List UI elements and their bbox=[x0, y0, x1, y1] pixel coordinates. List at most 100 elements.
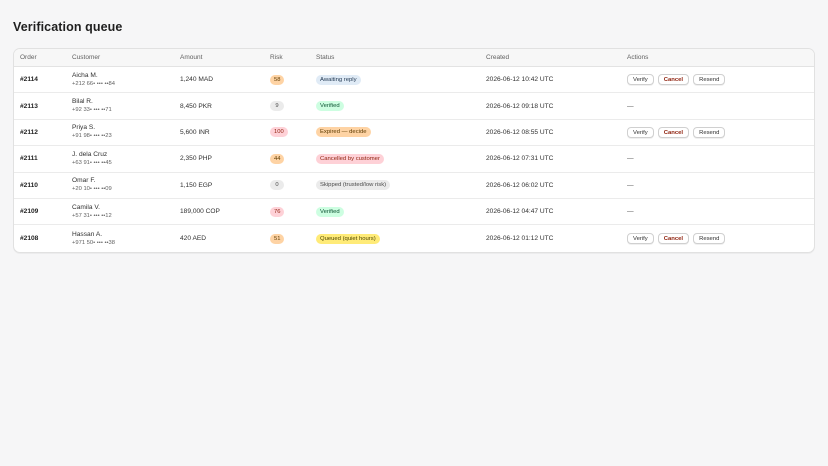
risk-score-badge: 44 bbox=[270, 153, 285, 164]
order-amount: 1,150 EGP bbox=[180, 181, 213, 189]
order-id[interactable]: #2111 bbox=[20, 146, 38, 171]
header-risk[interactable]: Risk bbox=[270, 49, 283, 67]
risk-score-badge: 0 bbox=[270, 180, 284, 191]
status-badge: Awaiting reply bbox=[316, 74, 361, 85]
cancel-button[interactable]: Cancel bbox=[657, 233, 690, 245]
risk-cell: 51 bbox=[270, 225, 285, 251]
risk-score-badge: 9 bbox=[270, 101, 284, 112]
verification-table: Order Customer Amount Risk Status Create… bbox=[13, 48, 815, 253]
cancel-button[interactable]: Cancel bbox=[657, 74, 690, 86]
order-id[interactable]: #2112 bbox=[20, 120, 38, 145]
customer-name: Hassan A. bbox=[72, 230, 103, 238]
table-header: Order Customer Amount Risk Status Create… bbox=[14, 49, 814, 67]
created-timestamp: 2026-06-12 08:55 UTC bbox=[486, 128, 554, 136]
no-actions: — bbox=[627, 181, 634, 189]
order-id[interactable]: #2114 bbox=[20, 67, 38, 92]
order-id[interactable]: #2109 bbox=[20, 199, 38, 224]
table-body: #2114 Aicha M. +212 66• ••• ••84 1,240 MAD 5… bbox=[14, 67, 814, 252]
row-actions: — bbox=[627, 93, 634, 118]
no-actions: — bbox=[627, 155, 634, 163]
header-order[interactable]: Order bbox=[20, 49, 37, 67]
risk-cell: 0 bbox=[270, 173, 284, 198]
customer-phone: +212 66• ••• ••84 bbox=[72, 80, 115, 87]
status-cell: Skipped (trusted/low risk) bbox=[316, 173, 391, 198]
header-actions: Actions bbox=[627, 54, 649, 61]
order-amount: 2,350 PHP bbox=[180, 155, 212, 163]
header-amount[interactable]: Amount bbox=[180, 49, 202, 67]
header-customer[interactable]: Customer bbox=[72, 49, 100, 67]
table-row[interactable]: #2114 Aicha M. +212 66• ••• ••84 1,240 MAD 5… bbox=[14, 67, 814, 94]
status-badge: Queued (quiet hours) bbox=[316, 233, 380, 244]
order-id[interactable]: #2110 bbox=[20, 173, 38, 198]
no-actions: — bbox=[627, 102, 634, 110]
risk-cell: 44 bbox=[270, 146, 285, 171]
order-amount: 189,000 COP bbox=[180, 208, 220, 216]
row-actions: Verify Cancel Resend bbox=[627, 225, 726, 251]
customer-cell: Omar F. +20 10• ••• ••09 bbox=[72, 173, 112, 198]
row-actions: — bbox=[627, 146, 634, 171]
customer-phone: +63 91• ••• ••45 bbox=[72, 159, 112, 166]
customer-name: Priya S. bbox=[72, 124, 96, 132]
header-created[interactable]: Created bbox=[486, 49, 509, 67]
table-row[interactable]: #2109 Camila V. +57 31• ••• ••12 189,000 CO… bbox=[14, 199, 814, 226]
customer-name: Camila V. bbox=[72, 203, 100, 211]
risk-score-badge: 76 bbox=[270, 206, 285, 217]
risk-score-badge: 51 bbox=[270, 233, 285, 244]
customer-cell: Hassan A. +971 50• ••• ••38 bbox=[72, 225, 115, 251]
order-amount: 1,240 MAD bbox=[180, 76, 213, 84]
created-timestamp: 2026-06-12 01:12 UTC bbox=[486, 235, 554, 243]
customer-name: J. dela Cruz bbox=[72, 150, 108, 158]
order-amount: 8,450 PKR bbox=[180, 102, 212, 110]
order-id[interactable]: #2108 bbox=[20, 225, 38, 251]
verify-button[interactable]: Verify bbox=[627, 233, 654, 245]
table-row[interactable]: #2113 Bilal R. +92 33• ••• ••71 8,450 PKR 9 V… bbox=[14, 93, 814, 120]
cancel-button[interactable]: Cancel bbox=[657, 126, 690, 138]
created-timestamp: 2026-06-12 07:31 UTC bbox=[486, 155, 554, 163]
customer-phone: +57 31• ••• ••12 bbox=[72, 212, 112, 219]
customer-name: Bilal R. bbox=[72, 98, 93, 106]
customer-phone: +20 10• ••• ••09 bbox=[72, 186, 112, 193]
row-actions: — bbox=[627, 199, 634, 224]
verify-button[interactable]: Verify bbox=[627, 126, 654, 138]
status-cell: Awaiting reply bbox=[316, 67, 361, 92]
header-status[interactable]: Status bbox=[316, 49, 334, 67]
status-badge: Expired — decide bbox=[316, 127, 371, 138]
resend-button[interactable]: Resend bbox=[693, 74, 726, 86]
customer-name: Aicha M. bbox=[72, 71, 98, 79]
created-timestamp: 2026-06-12 04:47 UTC bbox=[486, 208, 554, 216]
status-badge: Skipped (trusted/low risk) bbox=[316, 180, 391, 191]
order-amount: 5,600 INR bbox=[180, 128, 210, 136]
status-cell: Verified bbox=[316, 93, 344, 118]
resend-button[interactable]: Resend bbox=[693, 126, 726, 138]
status-badge: Verified bbox=[316, 206, 344, 217]
risk-score-badge: 100 bbox=[270, 127, 288, 138]
table-row[interactable]: #2112 Priya S. +91 98• ••• ••23 5,600 INR 10… bbox=[14, 120, 814, 147]
status-cell: Cancelled by customer bbox=[316, 146, 384, 171]
row-actions: Verify Cancel Resend bbox=[627, 120, 726, 145]
order-amount: 420 AED bbox=[180, 235, 207, 243]
resend-button[interactable]: Resend bbox=[693, 233, 726, 245]
risk-cell: 76 bbox=[270, 199, 285, 224]
customer-cell: Camila V. +57 31• ••• ••12 bbox=[72, 199, 112, 224]
status-badge: Cancelled by customer bbox=[316, 153, 384, 164]
row-actions: Verify Cancel Resend bbox=[627, 67, 726, 92]
risk-score-badge: 58 bbox=[270, 74, 285, 85]
verify-button[interactable]: Verify bbox=[627, 74, 654, 86]
table-row[interactable]: #2108 Hassan A. +971 50• ••• ••38 420 AED 51… bbox=[14, 225, 814, 251]
created-timestamp: 2026-06-12 06:02 UTC bbox=[486, 181, 554, 189]
risk-cell: 100 bbox=[270, 120, 288, 145]
customer-cell: J. dela Cruz +63 91• ••• ••45 bbox=[72, 146, 112, 171]
status-badge: Verified bbox=[316, 101, 344, 112]
order-id[interactable]: #2113 bbox=[20, 93, 38, 118]
created-timestamp: 2026-06-12 09:18 UTC bbox=[486, 102, 554, 110]
status-cell: Expired — decide bbox=[316, 120, 371, 145]
table-row[interactable]: #2111 J. dela Cruz +63 91• ••• ••45 2,350 P… bbox=[14, 146, 814, 173]
no-actions: — bbox=[627, 208, 634, 216]
status-cell: Queued (quiet hours) bbox=[316, 225, 380, 251]
created-timestamp: 2026-06-12 10:42 UTC bbox=[486, 76, 554, 84]
customer-cell: Bilal R. +92 33• ••• ••71 bbox=[72, 93, 112, 118]
risk-cell: 58 bbox=[270, 67, 285, 92]
customer-phone: +91 98• ••• ••23 bbox=[72, 133, 112, 140]
table-row[interactable]: #2110 Omar F. +20 10• ••• ••09 1,150 EGP 0 Sk… bbox=[14, 173, 814, 199]
customer-cell: Aicha M. +212 66• ••• ••84 bbox=[72, 67, 115, 92]
